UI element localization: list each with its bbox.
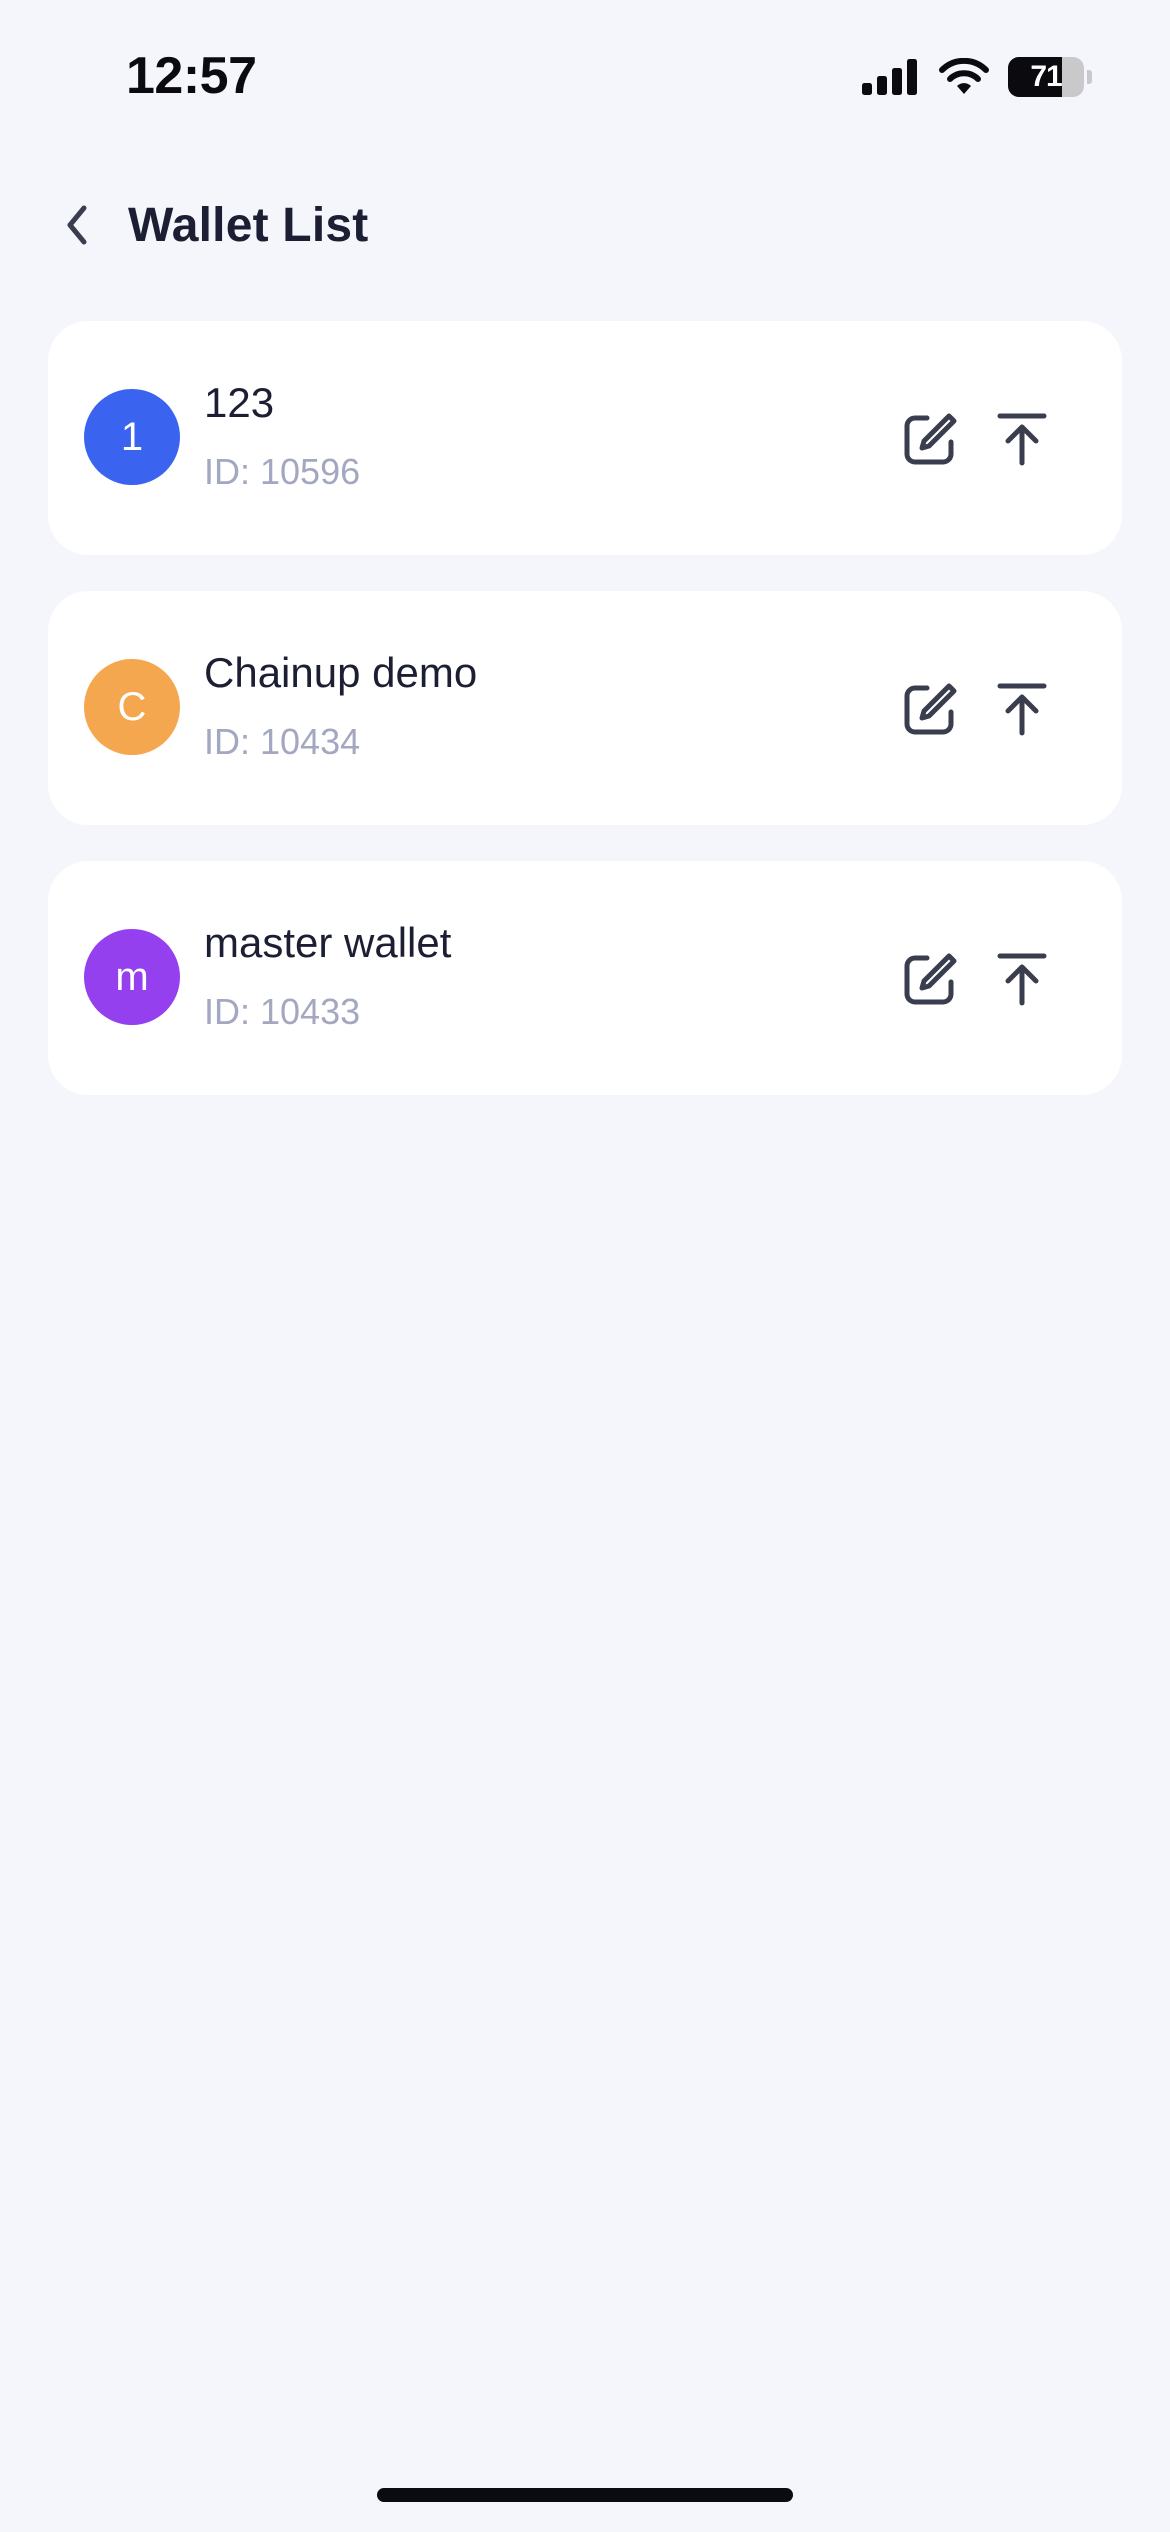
wallet-card[interactable]: 1 123 ID: 10596: [48, 321, 1122, 555]
pin-to-top-button[interactable]: [992, 679, 1052, 739]
wallet-id-value: 10434: [260, 721, 361, 762]
wallet-avatar: 1: [84, 389, 180, 485]
page-title: Wallet List: [128, 199, 369, 252]
pin-to-top-icon: [997, 413, 1047, 466]
wallet-id-label: ID:: [204, 721, 251, 762]
pin-to-top-button[interactable]: [992, 949, 1052, 1009]
wallet-name: master wallet: [204, 919, 452, 966]
wallet-name: 123: [204, 379, 275, 426]
chevron-left-icon: [67, 205, 87, 245]
edit-wallet-button[interactable]: [900, 679, 960, 739]
wallet-card[interactable]: C Chainup demo ID: 10434: [48, 591, 1122, 825]
edit-icon: [904, 413, 957, 465]
cellular-signal-icon: [862, 59, 917, 95]
wallet-list: 1 123 ID:10596 C Chainup demo ID:10434: [48, 321, 1122, 1131]
wallet-id-label: ID:: [204, 991, 251, 1032]
edit-icon: [904, 953, 957, 1005]
pin-to-top-button[interactable]: [992, 409, 1052, 469]
wallet-id-label: ID:: [204, 451, 251, 492]
wallet-avatar: m: [84, 929, 180, 1025]
edit-wallet-button[interactable]: [900, 949, 960, 1009]
wallet-id: ID: 10596: [204, 451, 360, 493]
wallet-id-value: 10596: [260, 451, 361, 492]
pin-to-top-icon: [997, 683, 1047, 736]
home-indicator: [377, 2488, 793, 2502]
status-time: 12:57: [126, 47, 257, 105]
back-button[interactable]: [52, 200, 102, 250]
wallet-card[interactable]: m master wallet ID: 10433: [48, 861, 1122, 1095]
edit-icon: [904, 683, 957, 735]
wifi-icon: [939, 58, 989, 94]
pin-to-top-icon: [997, 953, 1047, 1006]
wallet-name: Chainup demo: [204, 649, 478, 696]
wallet-id: ID: 10433: [204, 991, 360, 1033]
edit-wallet-button[interactable]: [900, 409, 960, 469]
wallet-avatar: C: [84, 659, 180, 755]
status-icons: 71: [862, 52, 1092, 102]
header: Wallet List: [0, 180, 1170, 270]
wallet-id-value: 10433: [260, 991, 361, 1032]
battery-icon: 71: [1008, 55, 1092, 99]
battery-level: 71: [1030, 60, 1062, 93]
wallet-id: ID: 10434: [204, 721, 360, 763]
status-bar: 12:57 71: [0, 0, 1170, 150]
